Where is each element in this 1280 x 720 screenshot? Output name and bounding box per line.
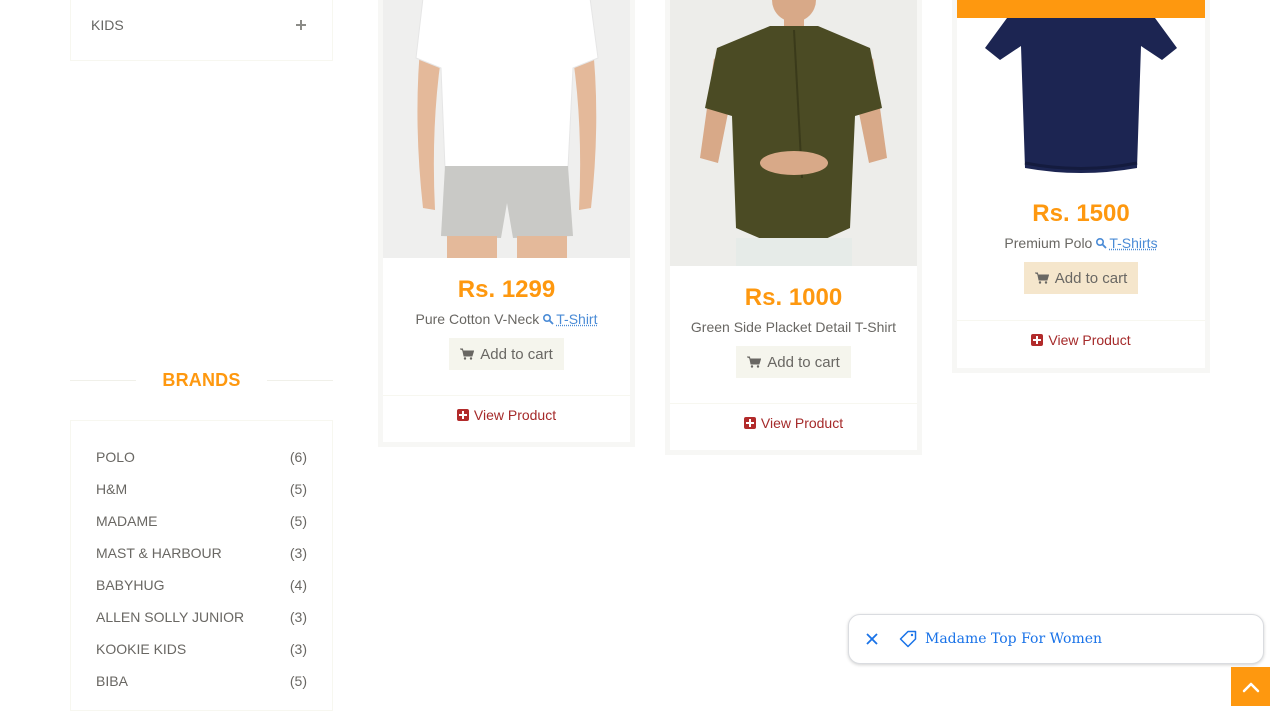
brand-count: (3)	[289, 641, 307, 657]
product-name: Premium Polo	[1004, 235, 1093, 251]
chevron-up-icon	[1242, 682, 1259, 692]
product-name: Green Side Placket Detail T-Shirt	[690, 319, 897, 335]
product-category-link[interactable]: T-Shirt	[556, 311, 597, 327]
suggestion-text[interactable]: Madame Top For Women	[925, 631, 1102, 647]
product-info: Rs. 1299 Pure Cotton V-Neck T-Shirt Add t…	[383, 276, 630, 433]
product-category-link[interactable]: T-Shirts	[1109, 235, 1157, 251]
brand-item[interactable]: MAST & HARBOUR (3)	[71, 537, 332, 569]
cart-icon	[460, 348, 475, 360]
brand-count: (4)	[289, 577, 307, 593]
category-item-kids[interactable]: KIDS	[91, 17, 306, 33]
plus-square-icon	[1031, 333, 1044, 346]
add-to-cart-button[interactable]: Add to cart	[736, 346, 851, 378]
product-price: Rs. 1500	[1032, 200, 1130, 227]
brand-list: POLO (6) H&M (5) MADAME (5) MAST & HARBOUR (…	[71, 421, 332, 697]
brand-count: (3)	[289, 545, 307, 561]
product-card: Rs. 1500 Premium Polo T-Shirts Add to car…	[952, 0, 1210, 373]
brands-heading: BRANDS	[70, 366, 333, 394]
product-name-row: Pure Cotton V-Neck T-Shirt	[383, 310, 630, 328]
add-to-cart-button[interactable]: Add to cart	[1023, 262, 1139, 294]
brand-item[interactable]: ALLEN SOLLY JUNIOR (3)	[71, 601, 332, 633]
product-price: Rs. 1299	[457, 276, 556, 303]
brand-count: (5)	[289, 673, 307, 689]
product-price: Rs. 1000	[744, 284, 843, 311]
brand-count: (5)	[289, 481, 307, 497]
brands-title: BRANDS	[162, 370, 241, 390]
view-product-label: View Product	[760, 414, 844, 431]
product-card: Rs. 1000 Green Side Placket Detail T-Shi…	[665, 0, 922, 455]
brand-item[interactable]: POLO (6)	[71, 441, 332, 473]
suggestion-toast: Madame Top For Women	[848, 614, 1264, 664]
brand-name[interactable]: POLO	[96, 449, 135, 465]
add-to-cart-button[interactable]: Add to cart	[449, 338, 564, 370]
product-name-row: Green Side Placket Detail T-Shirt	[670, 318, 917, 336]
cart-icon	[747, 356, 762, 368]
product-info: Rs. 1500 Premium Polo T-Shirts Add to car…	[957, 200, 1205, 358]
search-icon	[1096, 237, 1107, 249]
brand-name[interactable]: MADAME	[96, 513, 157, 529]
brand-item[interactable]: H&M (5)	[71, 473, 332, 505]
brand-name[interactable]: H&M	[96, 481, 127, 497]
brand-item[interactable]: KOOKIE KIDS (3)	[71, 633, 332, 665]
brand-name[interactable]: BABYHUG	[96, 577, 164, 593]
add-to-cart-label: Add to cart	[480, 345, 553, 363]
product-name: Pure Cotton V-Neck	[415, 311, 540, 327]
product-name-row: Premium Polo T-Shirts	[957, 234, 1205, 252]
brand-item[interactable]: BIBA (5)	[71, 665, 332, 697]
close-icon[interactable]	[865, 632, 879, 646]
brand-count: (5)	[289, 513, 307, 529]
view-product-label: View Product	[1048, 331, 1131, 348]
view-product-link[interactable]: View Product	[670, 404, 917, 441]
product-card: Rs. 1299 Pure Cotton V-Neck T-Shirt Add t…	[378, 0, 635, 447]
product-image[interactable]	[670, 0, 917, 266]
plus-icon[interactable]	[296, 20, 306, 30]
view-product-link[interactable]: View Product	[383, 396, 630, 433]
view-product-label: View Product	[473, 406, 557, 423]
add-to-cart-label: Add to cart	[767, 353, 840, 371]
brand-name[interactable]: KOOKIE KIDS	[96, 641, 186, 657]
brands-panel: POLO (6) H&M (5) MADAME (5) MAST & HARBOUR (…	[70, 420, 333, 711]
heading-divider-left	[70, 380, 136, 381]
product-info: Rs. 1000 Green Side Placket Detail T-Shi…	[670, 284, 917, 441]
brand-name[interactable]: ALLEN SOLLY JUNIOR	[96, 609, 244, 625]
product-image[interactable]	[383, 0, 630, 258]
cart-icon	[1034, 272, 1049, 284]
brand-item[interactable]: MADAME (5)	[71, 505, 332, 537]
add-to-cart-label: Add to cart	[1054, 269, 1128, 287]
scroll-to-top-button[interactable]	[1231, 667, 1270, 706]
view-product-link[interactable]: View Product	[957, 321, 1205, 358]
tag-icon	[899, 630, 917, 648]
brand-count: (6)	[289, 449, 307, 465]
plus-square-icon	[456, 408, 469, 421]
search-icon	[543, 313, 554, 325]
category-label[interactable]: KIDS	[91, 17, 124, 33]
brand-count: (3)	[289, 609, 307, 625]
plus-square-icon	[743, 416, 756, 429]
brand-item[interactable]: BABYHUG (4)	[71, 569, 332, 601]
product-image[interactable]	[957, 0, 1205, 188]
category-panel: KIDS	[70, 0, 333, 61]
brand-name[interactable]: BIBA	[96, 673, 128, 689]
heading-divider-right	[267, 380, 333, 381]
brand-name[interactable]: MAST & HARBOUR	[96, 545, 222, 561]
